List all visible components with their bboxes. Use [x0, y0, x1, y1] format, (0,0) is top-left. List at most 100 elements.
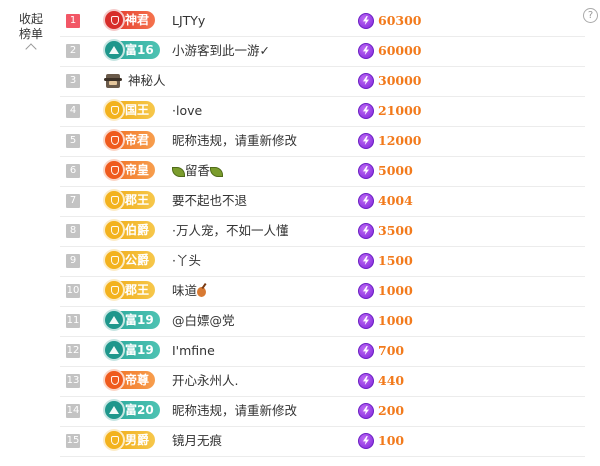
level-badge: 富19: [103, 309, 160, 331]
badge-label: 伯爵: [125, 223, 150, 237]
score-value: 3500: [378, 223, 413, 238]
level-badge: 神君: [103, 9, 156, 31]
badge-label: 富20: [125, 403, 154, 417]
user-name-text: 留香: [185, 163, 211, 178]
table-row[interactable]: 1 神君 LJTYy 60300: [60, 8, 585, 37]
user-name-text: 昵称违规，请重新修改: [172, 133, 298, 148]
table-row[interactable]: 8 伯爵 ·万人宠，不如一人懂 3500: [60, 218, 585, 247]
table-row[interactable]: 10 郡王 味道 1000: [60, 278, 585, 307]
lightning-coin-icon: [358, 163, 374, 179]
badge-label: 公爵: [125, 253, 150, 267]
user-name[interactable]: LJTYy: [172, 8, 205, 34]
rank-number: 9: [66, 254, 80, 268]
badge-emblem-icon: [103, 129, 125, 151]
rank-number: 15: [66, 434, 80, 448]
lightning-coin-icon: [358, 403, 374, 419]
collapse-label: 收起榜单: [18, 12, 43, 41]
leaderboard-list: 1 神君 LJTYy 60300 2 富16 小游客到此一游✓ 60000 3 神秘人 30000 4…: [60, 8, 585, 458]
user-name[interactable]: 开心永州人.: [172, 368, 238, 394]
badge-emblem-icon: [103, 249, 125, 271]
table-row[interactable]: 11 富19 @白嫖@党 1000: [60, 308, 585, 337]
score-value: 1000: [378, 283, 413, 298]
level-badge: 富20: [103, 399, 160, 421]
lightning-coin-icon: [358, 373, 374, 389]
spy-avatar-icon: [104, 74, 122, 88]
lightning-coin-icon: [358, 313, 374, 329]
table-row[interactable]: 6 帝皇 留香 5000: [60, 158, 585, 187]
score-value: 60000: [378, 43, 422, 58]
rank-number: 5: [66, 134, 80, 148]
leaderboard-panel: 收起榜单 ? 1 神君 LJTYy 60300 2 富16 小游客到此一游✓ 60000 3 神秘…: [0, 0, 600, 466]
score-value: 100: [378, 433, 405, 448]
badge-emblem-icon: [103, 99, 125, 121]
badge-label: 富19: [125, 313, 154, 327]
collapse-leaderboard-button[interactable]: 收起榜单: [14, 12, 48, 55]
badge-emblem-icon: [103, 159, 125, 181]
badge-emblem-icon: [103, 309, 125, 331]
lightning-coin-icon: [358, 13, 374, 29]
score-value: 4004: [378, 193, 413, 208]
level-badge: 郡王: [103, 189, 156, 211]
badge-emblem-icon: [103, 369, 125, 391]
rank-number: 12: [66, 344, 80, 358]
chevron-up-icon: [25, 43, 37, 55]
rank-number: 1: [66, 14, 80, 28]
score-value: 12000: [378, 133, 422, 148]
score-value: 700: [378, 343, 405, 358]
lightning-coin-icon: [358, 43, 374, 59]
table-row[interactable]: 4 国王 ·love 21000: [60, 98, 585, 127]
leaf-icon: [210, 166, 224, 177]
table-row[interactable]: 7 郡王 要不起也不退 4004: [60, 188, 585, 217]
user-name[interactable]: 留香: [172, 158, 224, 184]
level-badge: 男爵: [103, 429, 156, 451]
user-name-text: 小游客到此一游✓: [172, 43, 270, 58]
badge-label: 帝皇: [125, 163, 150, 177]
level-badge: 郡王: [103, 279, 156, 301]
table-row[interactable]: 14 富20 昵称违规，请重新修改 200: [60, 398, 585, 427]
user-name[interactable]: 镜月无痕: [172, 428, 222, 454]
level-badge: 帝皇: [103, 159, 156, 181]
score-value: 1000: [378, 313, 413, 328]
table-row[interactable]: 9 公爵 ·丫头 1500: [60, 248, 585, 277]
table-row[interactable]: 2 富16 小游客到此一游✓ 60000: [60, 38, 585, 67]
badge-label: 男爵: [125, 433, 150, 447]
badge-emblem-icon: [103, 39, 125, 61]
score-value: 1500: [378, 253, 413, 268]
user-name-text: I'mfine: [172, 343, 215, 358]
help-icon[interactable]: ?: [583, 8, 598, 23]
user-name[interactable]: I'mfine: [172, 338, 215, 364]
user-name[interactable]: ·万人宠，不如一人懂: [172, 218, 288, 244]
user-name[interactable]: 昵称违规，请重新修改: [172, 128, 297, 154]
user-name[interactable]: ·love: [172, 98, 202, 124]
rank-number: 14: [66, 404, 80, 418]
user-name[interactable]: 神秘人: [128, 68, 166, 94]
guitar-icon: [197, 286, 207, 297]
badge-emblem-icon: [103, 189, 125, 211]
lightning-coin-icon: [358, 73, 374, 89]
table-row[interactable]: 13 帝尊 开心永州人. 440: [60, 368, 585, 397]
user-name[interactable]: 昵称违规，请重新修改: [172, 398, 297, 424]
rank-number: 8: [66, 224, 80, 238]
table-row[interactable]: 5 帝君 昵称违规，请重新修改 12000: [60, 128, 585, 157]
user-name-text: 味道: [172, 283, 198, 298]
user-name[interactable]: ·丫头: [172, 248, 201, 274]
score-value: 440: [378, 373, 405, 388]
badge-label: 郡王: [125, 193, 150, 207]
user-name-text: @白嫖@党: [172, 313, 235, 328]
level-badge: 公爵: [103, 249, 156, 271]
user-name[interactable]: 小游客到此一游✓: [172, 38, 270, 64]
user-name[interactable]: @白嫖@党: [172, 308, 235, 334]
table-row[interactable]: 3 神秘人 30000: [60, 68, 585, 97]
user-name[interactable]: 味道: [172, 278, 207, 304]
table-row[interactable]: 12 富19 I'mfine 700: [60, 338, 585, 367]
level-badge: 帝尊: [103, 369, 156, 391]
badge-emblem-icon: [103, 279, 125, 301]
user-name[interactable]: 要不起也不退: [172, 188, 247, 214]
lightning-coin-icon: [358, 223, 374, 239]
level-badge: 国王: [103, 99, 156, 121]
table-row[interactable]: 15 男爵 镜月无痕 100: [60, 428, 585, 457]
user-name-text: ·丫头: [172, 253, 201, 268]
user-name-text: 要不起也不退: [172, 193, 248, 208]
user-name-text: 镜月无痕: [172, 433, 223, 448]
badge-emblem-icon: [103, 429, 125, 451]
